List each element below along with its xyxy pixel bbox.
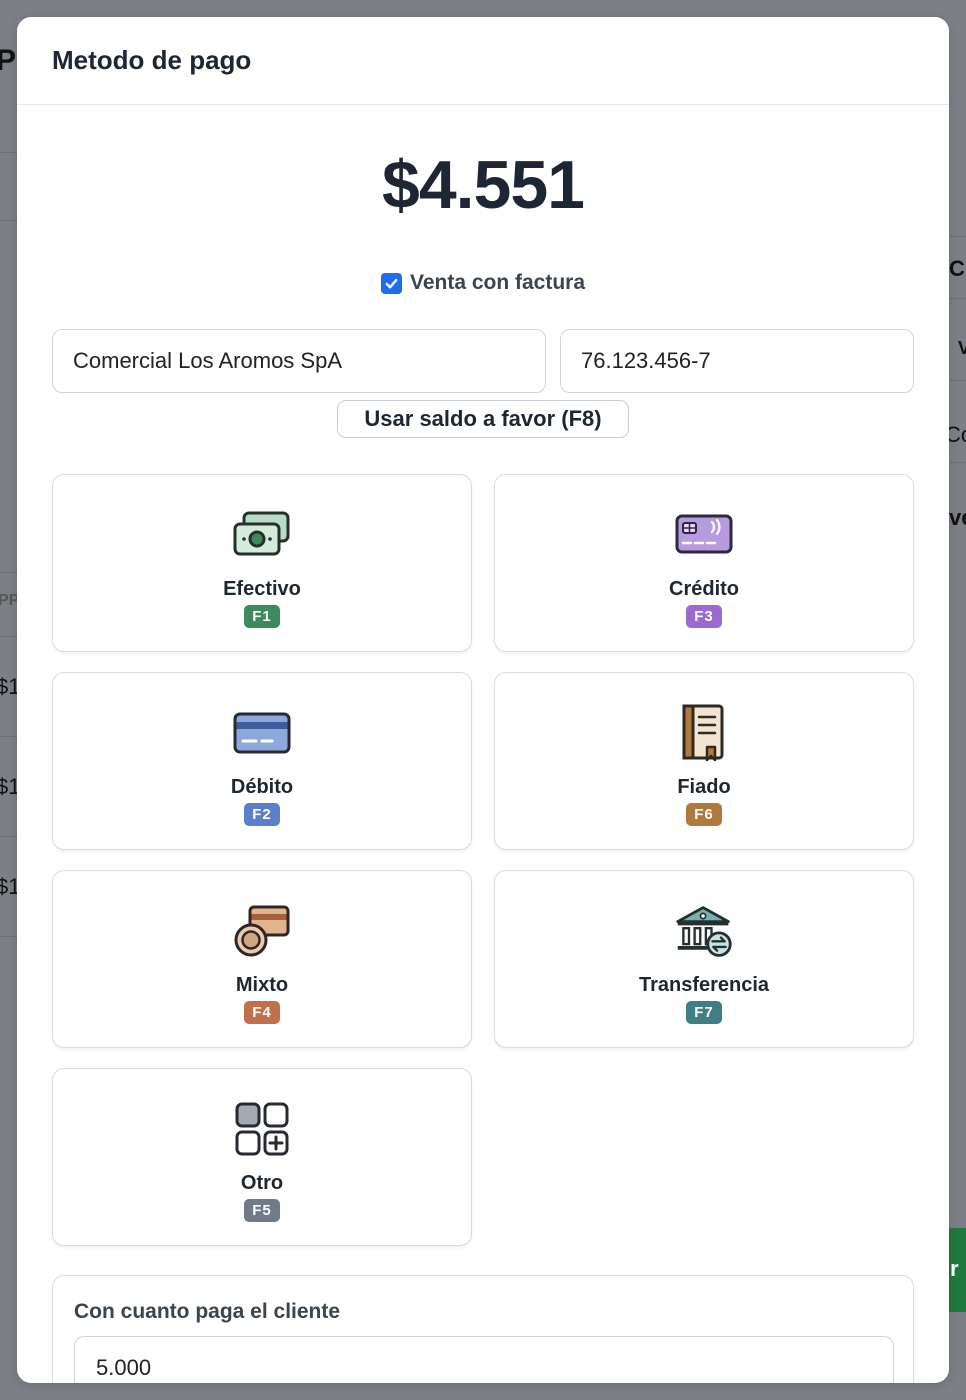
grid-plus-icon	[232, 1099, 292, 1159]
payment-method-label: Otro	[240, 1172, 284, 1194]
shortcut-badge: F4	[244, 1001, 280, 1024]
bg-divider	[0, 636, 17, 637]
payment-methods-grid: Efectivo F1 Crédito F3 Débito F2 Fiado F…	[52, 474, 914, 1246]
bg-text-fragment: r	[950, 1256, 959, 1281]
bg-text-fragment: ve	[949, 505, 966, 530]
invoice-checkbox-label: Venta con factura	[409, 271, 586, 294]
bank-transfer-icon	[674, 901, 734, 961]
cash-icon	[232, 505, 292, 565]
payment-method-label: Débito	[230, 776, 294, 798]
payment-method-transferencia[interactable]: Transferencia F7	[494, 870, 914, 1048]
payment-method-debito[interactable]: Débito F2	[52, 672, 472, 850]
checkmark-icon	[385, 278, 398, 288]
payment-method-fiado[interactable]: Fiado F6	[494, 672, 914, 850]
ledger-book-icon	[674, 703, 734, 763]
shortcut-badge: F5	[244, 1199, 280, 1222]
shortcut-badge: F2	[244, 803, 280, 826]
bg-divider	[0, 736, 17, 737]
shortcut-badge: F7	[686, 1001, 722, 1024]
bg-divider	[0, 836, 17, 837]
shortcut-badge: F3	[686, 605, 722, 628]
shortcut-badge: F6	[686, 803, 722, 826]
customer-rut-field[interactable]: 76.123.456-7	[560, 329, 914, 393]
payment-method-label: Efectivo	[223, 578, 301, 600]
bg-text-fragment: V	[958, 338, 966, 358]
shortcut-badge: F1	[244, 605, 280, 628]
payment-method-label: Crédito	[669, 578, 739, 600]
payment-amount-input[interactable]: 5.000	[74, 1336, 894, 1383]
modal-title: Metodo de pago	[52, 45, 252, 75]
coin-and-card-icon	[232, 901, 292, 961]
payment-method-credito[interactable]: Crédito F3	[494, 474, 914, 652]
invoice-checkbox[interactable]	[380, 272, 402, 294]
bg-divider	[0, 572, 17, 573]
bg-divider	[0, 936, 17, 937]
debit-card-icon	[232, 703, 292, 763]
payment-method-otro[interactable]: Otro F5	[52, 1068, 472, 1246]
modal-header: Metodo de pago	[17, 17, 949, 105]
payment-method-efectivo[interactable]: Efectivo F1	[52, 474, 472, 652]
use-credit-balance-button[interactable]: Usar saldo a favor (F8)	[337, 400, 629, 438]
bg-divider	[949, 298, 966, 299]
bg-divider	[0, 220, 17, 221]
bg-divider	[949, 380, 966, 381]
bg-text-fragment: C	[949, 256, 965, 281]
bg-divider	[0, 152, 17, 153]
total-amount: $4.551	[382, 147, 585, 223]
payment-method-label: Mixto	[235, 974, 289, 996]
credit-card-contactless-icon	[674, 505, 734, 565]
invoice-toggle[interactable]: Venta con factura	[17, 271, 949, 295]
payment-amount-label: Con cuanto paga el cliente	[74, 1300, 341, 1323]
payment-method-label: Transferencia	[638, 974, 770, 996]
payment-method-modal: Metodo de pago $4.551 Venta con factura …	[17, 17, 949, 1383]
bg-divider	[949, 236, 966, 237]
payment-method-mixto[interactable]: Mixto F4	[52, 870, 472, 1048]
payment-amount-section: Con cuanto paga el cliente 5.000	[52, 1275, 914, 1383]
payment-method-label: Fiado	[677, 776, 731, 798]
bg-text-fragment: P	[0, 44, 17, 77]
customer-name-field[interactable]: Comercial Los Aromos SpA	[52, 329, 546, 393]
bg-divider	[949, 462, 966, 463]
